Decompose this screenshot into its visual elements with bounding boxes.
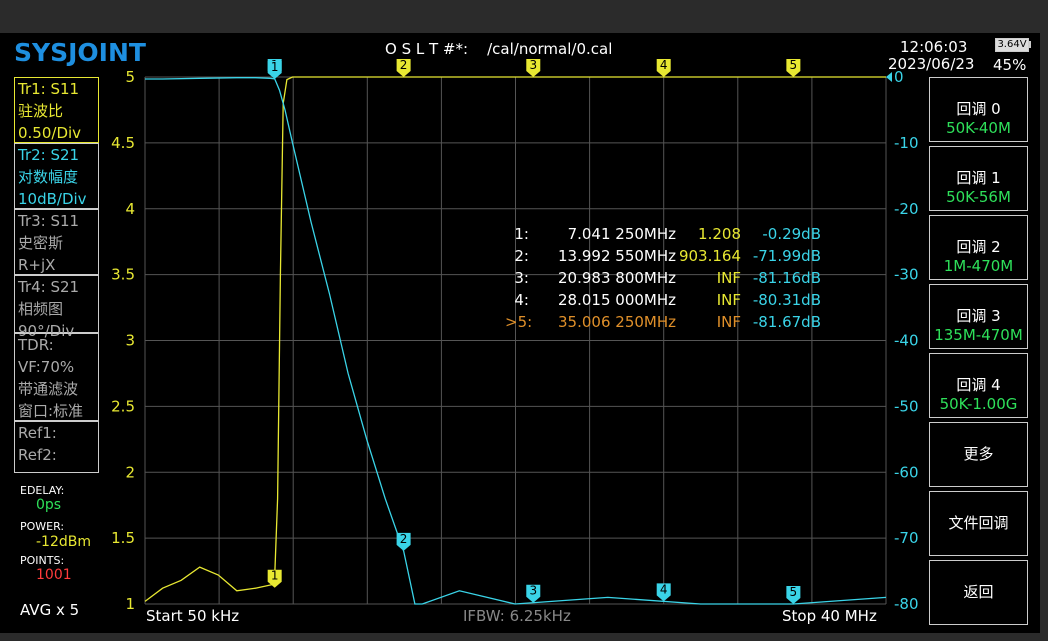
marker-3-top-label: 3 — [529, 58, 537, 72]
marker-2-swr: 903.164 — [678, 247, 741, 265]
marker-3-freq: 20.983 800MHz — [558, 269, 676, 287]
marker-4-s21-label: 4 — [660, 582, 668, 596]
left-axis-tick: 2.5 — [111, 397, 135, 415]
left-axis-tick: 1 — [125, 595, 135, 613]
marker-5-swr: INF — [716, 313, 741, 331]
right-axis-tick: -50 — [894, 397, 919, 415]
marker-1-freq: 7.041 250MHz — [567, 225, 676, 243]
vna-screen: SYSJOINT O S L T #*: /cal/normal/0.cal 1… — [0, 0, 1048, 641]
marker-5-id: >5: — [505, 313, 533, 331]
stop-frequency[interactable]: Stop 40 MHz — [782, 607, 877, 625]
marker-5-db: -81.67dB — [752, 313, 821, 331]
right-axis-tick: -10 — [894, 134, 919, 152]
left-axis-tick: 1.5 — [111, 529, 135, 547]
ref-level-icon — [886, 72, 892, 82]
left-axis-tick: 3.5 — [111, 266, 135, 284]
marker-4-db: -80.31dB — [752, 291, 821, 309]
right-axis-tick: -60 — [894, 463, 919, 481]
left-axis-tick: 3 — [125, 332, 135, 350]
marker-5-top-label: 5 — [790, 58, 798, 72]
right-axis-tick: -70 — [894, 529, 919, 547]
marker-3-db: -81.16dB — [752, 269, 821, 287]
right-axis-tick: -30 — [894, 266, 919, 284]
left-axis-tick: 5 — [125, 68, 135, 86]
right-axis-tick: -20 — [894, 200, 919, 218]
marker-4-swr: INF — [716, 291, 741, 309]
marker-5-freq: 35.006 250MHz — [558, 313, 676, 331]
left-axis-tick: 4 — [125, 200, 135, 218]
ifbw-setting[interactable]: IFBW: 6.25kHz — [463, 607, 571, 625]
marker-3-swr: INF — [716, 269, 741, 287]
marker-4-freq: 28.015 000MHz — [558, 291, 676, 309]
right-axis-tick: -40 — [894, 332, 919, 350]
right-axis-tick: 0 — [894, 68, 904, 86]
left-axis-tick: 4.5 — [111, 134, 135, 152]
marker-2-freq: 13.992 550MHz — [558, 247, 676, 265]
marker-2-id: 2: — [514, 247, 529, 265]
marker-4-top-label: 4 — [660, 58, 668, 72]
marker-5-s21-label: 5 — [790, 585, 798, 599]
marker-2-top-label: 2 — [400, 58, 408, 72]
marker-3-id: 3: — [514, 269, 529, 287]
marker-1-s11-label: 1 — [271, 569, 279, 583]
marker-4-id: 4: — [514, 291, 529, 309]
marker-1-db: -0.29dB — [762, 225, 821, 243]
marker-1-id: 1: — [514, 225, 529, 243]
marker-2-db: -71.99dB — [752, 247, 821, 265]
right-axis-tick: -80 — [894, 595, 919, 613]
marker-3-s21-label: 3 — [529, 584, 537, 598]
left-axis-tick: 2 — [125, 463, 135, 481]
marker-2-s21-label: 2 — [400, 532, 408, 546]
start-frequency[interactable]: Start 50 kHz — [146, 607, 239, 625]
marker-1-swr: 1.208 — [698, 225, 741, 243]
marker-1-s21-label: 1 — [271, 60, 279, 74]
